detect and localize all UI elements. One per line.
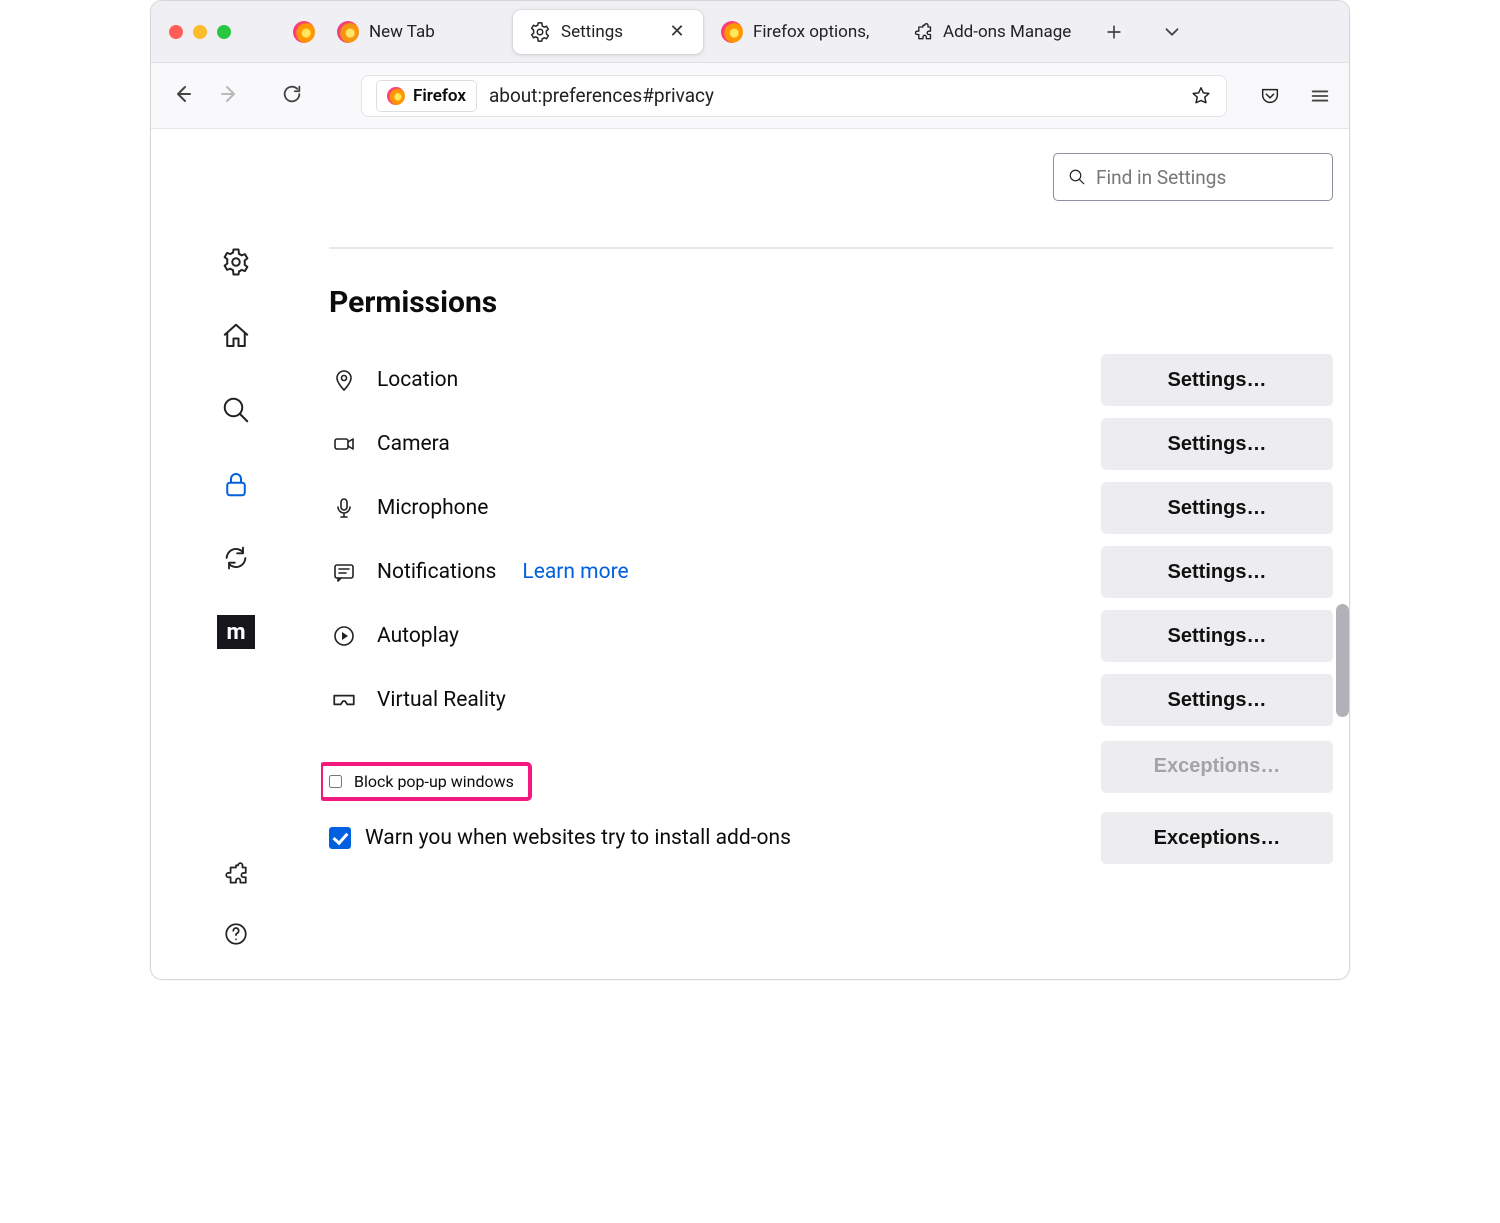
reload-button[interactable] (275, 83, 309, 109)
gear-icon (221, 247, 251, 277)
vr-settings-button[interactable]: Settings… (1101, 674, 1333, 726)
camera-icon (329, 432, 359, 456)
firefox-icon (387, 87, 405, 105)
firefox-icon (337, 21, 359, 43)
autoplay-icon (329, 624, 359, 648)
notifications-settings-button[interactable]: Settings… (1101, 546, 1333, 598)
permission-label: Location (377, 368, 458, 392)
permission-camera: Camera Settings… (329, 412, 1333, 476)
tab-label: Firefox options, (753, 22, 879, 42)
arrow-left-icon (170, 82, 194, 106)
new-tab-button[interactable] (1099, 17, 1129, 47)
permission-microphone: Microphone Settings… (329, 476, 1333, 540)
sidebar-item-general[interactable] (219, 245, 253, 279)
preferences-content: m Find in Settings Permissions (151, 129, 1349, 979)
arrow-right-icon (218, 82, 242, 106)
warn-addons-label: Warn you when websites try to install ad… (365, 826, 791, 850)
location-icon (329, 368, 359, 392)
gear-icon (529, 21, 551, 43)
sidebar-item-sync[interactable] (219, 541, 253, 575)
permission-autoplay: Autoplay Settings… (329, 604, 1333, 668)
reload-icon (281, 83, 303, 105)
tab-strip: New Tab Settings ✕ Firefox options, Add-… (151, 1, 1349, 63)
permission-label: Microphone (377, 496, 488, 520)
url-bar[interactable]: Firefox about:preferences#privacy (361, 75, 1227, 117)
navigation-toolbar: Firefox about:preferences#privacy (151, 63, 1349, 129)
search-icon (221, 395, 251, 425)
tab-label: New Tab (369, 22, 495, 42)
notifications-icon (329, 560, 359, 584)
warn-addons-exceptions-button[interactable]: Exceptions… (1101, 812, 1333, 864)
scrollbar-thumb[interactable] (1336, 604, 1349, 717)
zoom-window-icon[interactable] (217, 25, 231, 39)
learn-more-link[interactable]: Learn more (522, 560, 628, 584)
block-popups-exceptions-button[interactable]: Exceptions… (1101, 741, 1333, 793)
settings-search[interactable]: Find in Settings (1053, 153, 1333, 201)
window-controls (169, 25, 231, 39)
sync-icon (222, 544, 250, 572)
sidebar-item-extensions[interactable] (219, 857, 253, 891)
close-tab-icon[interactable]: ✕ (667, 21, 687, 42)
autoplay-settings-button[interactable]: Settings… (1101, 610, 1333, 662)
minimize-window-icon[interactable] (193, 25, 207, 39)
permissions-heading: Permissions (329, 285, 1333, 320)
tab-label: Settings (561, 22, 657, 42)
location-settings-button[interactable]: Settings… (1101, 354, 1333, 406)
hamburger-icon (1309, 85, 1331, 107)
category-sidebar: m (151, 129, 321, 979)
back-button[interactable] (165, 82, 199, 110)
camera-settings-button[interactable]: Settings… (1101, 418, 1333, 470)
close-window-icon[interactable] (169, 25, 183, 39)
firefox-icon (721, 21, 743, 43)
sidebar-item-search[interactable] (219, 393, 253, 427)
main-pane: Find in Settings Permissions Location Se… (321, 129, 1349, 979)
microphone-settings-button[interactable]: Settings… (1101, 482, 1333, 534)
identity-label: Firefox (413, 86, 466, 106)
firefox-icon (293, 21, 315, 43)
tab-settings[interactable]: Settings ✕ (513, 10, 703, 54)
help-icon (223, 921, 249, 947)
permission-vr: Virtual Reality Settings… (329, 668, 1333, 732)
pocket-icon (1259, 85, 1281, 107)
sidebar-item-home[interactable] (219, 319, 253, 353)
star-icon[interactable] (1190, 85, 1212, 107)
chevron-down-icon (1161, 21, 1183, 43)
puzzle-icon (913, 22, 933, 42)
microphone-icon (329, 496, 359, 520)
search-icon (1068, 168, 1086, 186)
warn-addons-checkbox[interactable] (329, 827, 351, 849)
permission-location: Location Settings… (329, 348, 1333, 412)
sidebar-item-help[interactable] (219, 917, 253, 951)
identity-box[interactable]: Firefox (376, 80, 477, 112)
puzzle-icon (223, 861, 249, 887)
all-tabs-button[interactable] (1157, 17, 1187, 47)
permission-label: Autoplay (377, 624, 459, 648)
url-text: about:preferences#privacy (489, 84, 1178, 107)
permission-label: Notifications (377, 560, 496, 584)
pocket-button[interactable] (1255, 81, 1285, 111)
sidebar-item-mozilla[interactable]: m (217, 615, 255, 649)
permission-notifications: Notifications Learn more Settings… (329, 540, 1333, 604)
vr-icon (329, 687, 359, 713)
tab-new[interactable]: New Tab (321, 10, 511, 54)
home-icon (221, 321, 251, 351)
tab-addons[interactable]: Add-ons Manage (897, 10, 1087, 54)
forward-button[interactable] (213, 82, 247, 110)
block-popups-label: Block pop-up windows (354, 772, 514, 791)
section-divider (329, 247, 1333, 249)
settings-search-placeholder: Find in Settings (1096, 166, 1226, 189)
menu-button[interactable] (1305, 81, 1335, 111)
tab-firefox-options[interactable]: Firefox options, (705, 10, 895, 54)
plus-icon (1104, 22, 1124, 42)
browser-window: New Tab Settings ✕ Firefox options, Add-… (150, 0, 1350, 980)
permission-label: Camera (377, 432, 450, 456)
block-popups-checkbox[interactable] (329, 775, 342, 788)
block-popups-highlight: Block pop-up windows (321, 762, 532, 801)
lock-icon (221, 469, 251, 499)
permission-label: Virtual Reality (377, 688, 506, 712)
tab-label: Add-ons Manage (943, 22, 1071, 42)
sidebar-item-privacy[interactable] (219, 467, 253, 501)
